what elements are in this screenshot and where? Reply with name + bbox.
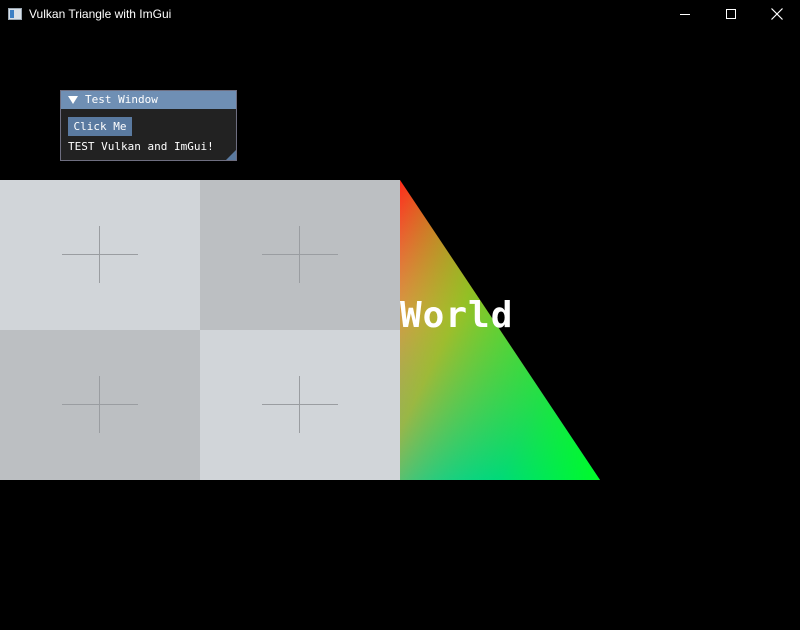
click-me-button[interactable]: Click Me [68,117,132,136]
render-viewport[interactable]: World Test Window Click Me TEST Vulkan a… [0,0,800,630]
close-button[interactable] [754,0,800,30]
crosshair-mark [99,376,100,433]
maximize-icon [726,9,736,19]
crosshair-mark [262,404,338,405]
imgui-test-window[interactable]: Test Window Click Me TEST Vulkan and ImG… [60,90,237,161]
crosshair-mark [262,254,338,255]
checker-tile [200,180,400,330]
maximize-button[interactable] [708,0,754,30]
checker-tile [0,180,200,330]
crosshair-mark [99,226,100,283]
imgui-text-label: TEST Vulkan and ImGui! [68,140,214,153]
collapse-arrow-icon[interactable] [67,94,79,106]
close-icon [771,8,783,20]
minimize-button[interactable] [662,0,708,30]
crosshair-mark [62,254,138,255]
resize-grip-icon[interactable] [226,150,236,160]
crosshair-mark [62,404,138,405]
minimize-icon [680,14,690,15]
checker-tile [0,330,200,480]
world-overlay-text: World [400,295,514,336]
title-bar[interactable]: Vulkan Triangle with ImGui [0,0,800,30]
crosshair-mark [299,226,300,283]
window-title: Vulkan Triangle with ImGui [29,7,172,21]
textured-quad [0,180,400,480]
imgui-title-bar[interactable]: Test Window [61,91,236,109]
app-window: World Test Window Click Me TEST Vulkan a… [0,0,800,630]
checker-tile [200,330,400,480]
app-window-icon[interactable] [8,8,22,20]
imgui-window-title: Test Window [85,93,158,106]
crosshair-mark [299,376,300,433]
